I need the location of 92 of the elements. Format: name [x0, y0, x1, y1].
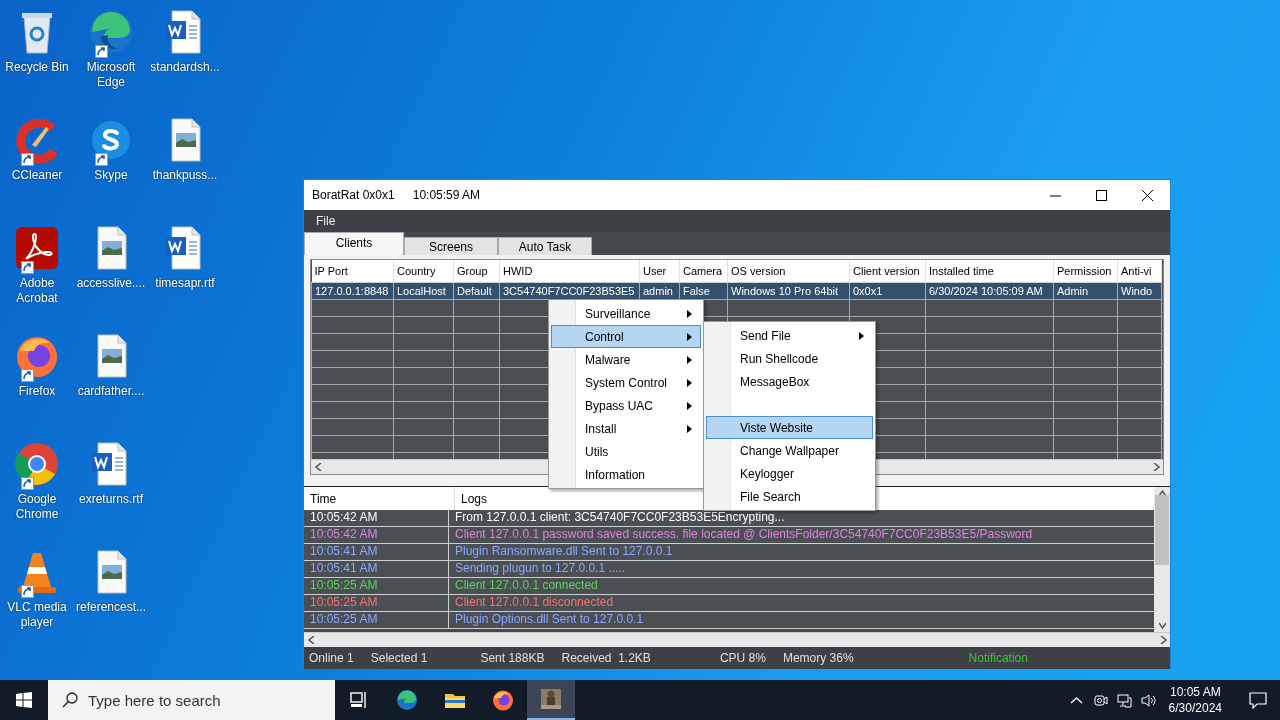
icon-label[interactable]: VLC media player: [1, 600, 73, 630]
status-text: Online 1: [308, 651, 354, 665]
icon-label[interactable]: Firefox: [18, 384, 56, 399]
icon-label[interactable]: exreturns.rtf: [79, 492, 143, 507]
submenu-arrow-icon: [687, 309, 692, 318]
icon-label[interactable]: Google Chrome: [1, 492, 73, 522]
notification-icon[interactable]: [1249, 691, 1267, 709]
icon-label[interactable]: standardsh...: [150, 60, 220, 75]
menu-item[interactable]: Send File: [706, 324, 873, 347]
log-message: Client 127.0.0.1 connected: [454, 578, 598, 594]
column-header[interactable]: Installed time: [925, 260, 1054, 283]
firefox-icon: [491, 688, 515, 712]
search-icon: [62, 692, 78, 708]
menu-item[interactable]: Control: [551, 325, 701, 348]
log-time: 10:05:41 AM: [304, 544, 449, 560]
close-icon: [1141, 189, 1153, 201]
icon-label[interactable]: Adobe Acrobat: [1, 276, 73, 306]
tab[interactable]: Clients: [304, 232, 404, 255]
log-message: Sending plugun to 127.0.0.1 .....: [454, 561, 626, 577]
window-title: BoratRat 0x0x1: [311, 188, 395, 202]
menu-item[interactable]: Bypass UAC: [551, 394, 701, 417]
volume-icon[interactable]: [1141, 692, 1157, 708]
camera-icon[interactable]: [1093, 692, 1109, 708]
column-header[interactable]: Camera: [679, 260, 728, 283]
app-icon: [539, 687, 563, 711]
maximize-icon: [1095, 189, 1107, 201]
submenu-arrow-icon: [687, 355, 692, 364]
icon-label[interactable]: CCleaner: [11, 168, 63, 183]
edge-icon: [395, 688, 419, 712]
submenu-arrow-icon: [687, 332, 692, 341]
tab[interactable]: Screens: [404, 237, 498, 255]
menu-item[interactable]: Information: [551, 463, 701, 486]
submenu-arrow-icon: [687, 424, 692, 433]
submenu-arrow-icon: [859, 331, 864, 340]
tab[interactable]: Auto Task: [498, 237, 592, 255]
log-time: 10:05:25 AM: [304, 612, 449, 628]
column-header[interactable]: OS version: [727, 260, 850, 283]
search-field[interactable]: Type here to search: [48, 680, 335, 720]
icon-label[interactable]: Recycle Bin: [5, 60, 69, 75]
icon-label[interactable]: referencest...: [76, 600, 146, 615]
menu-item[interactable]: MessageBox: [706, 370, 873, 393]
column-header[interactable]: HWID: [499, 260, 640, 283]
menu-item[interactable]: Install: [551, 417, 701, 440]
log-message: Plugin Options.dll Sent to 127.0.0.1: [454, 612, 644, 628]
log-message: Client 127.0.0.1 password saved success. file located @ ClientsFolder/3C54740F7CC0F23B53E5/Password: [454, 527, 1033, 543]
title-clock: 10:05:59 AM: [412, 188, 481, 202]
icon-label[interactable]: cardfather....: [77, 384, 145, 399]
windows-logo-icon: [16, 692, 32, 708]
menu-item[interactable]: Keylogger: [706, 462, 873, 485]
clock-date[interactable]: 6/30/2024: [1168, 700, 1222, 716]
log-time: 10:05:41 AM: [304, 561, 449, 577]
icon-label[interactable]: timesapr.rtf: [155, 276, 215, 291]
column-header[interactable]: Client version: [849, 260, 926, 283]
log-message: Client 127.0.0.1 disconnected: [454, 595, 614, 611]
menu-item[interactable]: System Control: [551, 371, 701, 394]
menu-item[interactable]: Viste Website: [706, 416, 873, 439]
column-header[interactable]: Permission: [1053, 260, 1118, 283]
column-header[interactable]: User: [639, 260, 680, 283]
status-text: Received 1.2KB: [560, 651, 651, 665]
status-text: Notification: [967, 651, 1028, 665]
submenu-arrow-icon: [687, 401, 692, 410]
status-text: CPU 8%: [718, 651, 766, 665]
log-time: 10:05:42 AM: [304, 527, 449, 543]
icon-label[interactable]: accesslive....: [76, 276, 146, 291]
column-header[interactable]: Group: [453, 260, 500, 283]
column-header[interactable]: Anti-vi: [1117, 260, 1162, 283]
log-time: 10:05:25 AM: [304, 578, 449, 594]
menu-item[interactable]: Malware: [551, 348, 701, 371]
menu-item[interactable]: File: [304, 214, 348, 228]
horizontal-scrollbar[interactable]: [304, 632, 1170, 647]
log-message: From 127.0.0.1 client: 3C54740F7CC0F23B53E5Encrypting...: [454, 510, 785, 526]
menu-item[interactable]: Surveillance: [551, 302, 701, 325]
log-time: 10:05:42 AM: [304, 510, 449, 526]
column-header[interactable]: Logs: [455, 491, 488, 506]
log-time: 10:05:25 AM: [304, 595, 449, 611]
log-message: Plugin Ransomware.dll Sent to 127.0.0.1: [454, 544, 673, 560]
submenu-arrow-icon: [687, 378, 692, 387]
status-text: Sent 188KB: [479, 651, 545, 665]
clock-time[interactable]: 10:05 AM: [1169, 684, 1221, 700]
menu-item[interactable]: Utils: [551, 440, 701, 463]
icon-label[interactable]: Skype: [94, 168, 128, 183]
icon-label[interactable]: thankpuss...: [152, 168, 218, 183]
column-header[interactable]: IP Port: [311, 260, 394, 283]
icon-label[interactable]: Microsoft Edge: [75, 60, 147, 90]
menu-item[interactable]: Change Wallpaper: [706, 439, 873, 462]
status-text: Memory 36%: [781, 651, 854, 665]
network-icon[interactable]: [1117, 692, 1133, 708]
menu-item[interactable]: File Search: [706, 485, 873, 508]
status-text: Selected 1: [369, 651, 428, 665]
vertical-scrollbar[interactable]: [1154, 487, 1170, 632]
menu-item[interactable]: Run Shellcode: [706, 347, 873, 370]
column-header[interactable]: Country: [393, 260, 454, 283]
